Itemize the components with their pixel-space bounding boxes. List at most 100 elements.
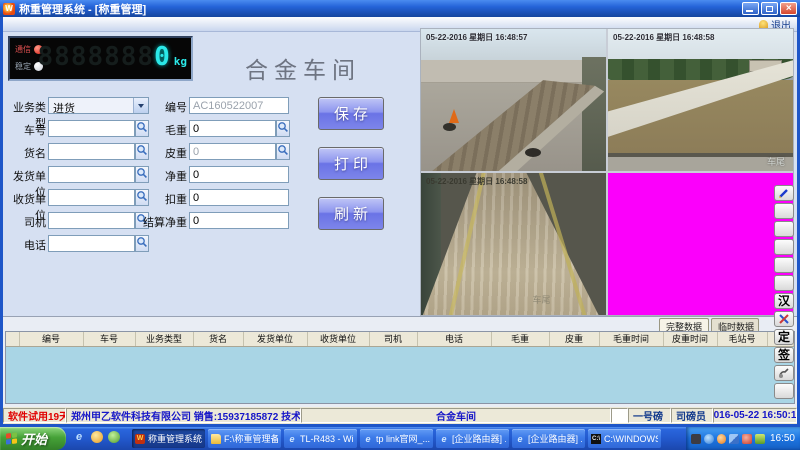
col-driver[interactable]: 司机 (369, 332, 417, 346)
screen: W 称重管理系统 - [称重管理] × 退出 通信 稳 (0, 0, 800, 450)
task-tplink-site[interactable]: e tp link官网_... (360, 429, 433, 448)
tab-complete-data[interactable]: 完整数据 (659, 318, 709, 331)
ime-chinese-button[interactable]: 汉 (774, 293, 794, 309)
tray-network-icon[interactable] (729, 434, 739, 444)
title-bar: W 称重管理系统 - [称重管理] × (0, 0, 800, 17)
sender-input[interactable] (48, 166, 135, 183)
driver-input[interactable] (48, 212, 135, 229)
quick-launch-app-icon[interactable] (91, 431, 103, 443)
tray-security-icon[interactable] (742, 434, 752, 444)
row-selector-column (6, 332, 19, 346)
operator-name: 司磅员 (671, 408, 713, 423)
taskbar-clock[interactable]: 16:50 (770, 433, 795, 444)
net-input[interactable] (189, 166, 289, 183)
task-weighing-app[interactable]: W 称重管理系统 ... (132, 429, 205, 448)
col-tare-time[interactable]: 皮重时间 (663, 332, 717, 346)
tray-messenger-icon[interactable] (717, 434, 727, 444)
gross-lookup-button[interactable] (276, 120, 290, 137)
col-tare[interactable]: 皮重 (549, 332, 599, 346)
cam1-tire (525, 148, 541, 157)
col-gross[interactable]: 毛重 (491, 332, 549, 346)
cmd-icon: C:\ (591, 434, 601, 444)
settle-net-input[interactable] (189, 212, 289, 229)
close-button[interactable]: × (780, 2, 797, 15)
tray-update-icon[interactable] (755, 434, 765, 444)
cam2-corner-label: 车尾 (767, 155, 785, 168)
goods-input[interactable] (48, 143, 135, 160)
deduct-input[interactable] (189, 189, 289, 206)
truck-no-input[interactable] (48, 120, 135, 137)
print-button[interactable]: 打印 (318, 147, 384, 180)
ime-blank-button[interactable] (774, 257, 794, 273)
quick-launch-media-icon[interactable] (108, 431, 120, 443)
receiver-input[interactable] (48, 189, 135, 206)
task-backup-folder[interactable]: F:\称重管理备份 (208, 429, 281, 448)
col-receiver[interactable]: 收货单位 (307, 332, 369, 346)
ime-blank-button[interactable] (774, 221, 794, 237)
start-button[interactable]: 开始 (0, 427, 66, 450)
camera-1-view: 05-22-2016 星期日 16:48:57 (421, 29, 606, 171)
led-ghost-digits: 8888888 (38, 42, 155, 72)
folder-icon (211, 434, 221, 444)
tray-device-icon[interactable] (691, 434, 701, 444)
col-goods[interactable]: 货名 (193, 332, 243, 346)
table-header-row: 编号 车号 业务类型 货名 发货单位 收货单位 司机 电话 毛重 皮重 毛重时间 (6, 332, 794, 346)
task-router-admin-2[interactable]: e [企业路由器] ... (512, 429, 585, 448)
ie-icon: e (439, 434, 449, 444)
scale-name: 一号磅 (628, 408, 671, 423)
deduct-label: 扣重 (137, 191, 187, 207)
tools-icon (778, 313, 790, 325)
cam1-timestamp: 05-22-2016 星期日 16:48:57 (426, 32, 527, 43)
tab-temp-data[interactable]: 临时数据 (711, 318, 759, 331)
ime-tools-button[interactable] (774, 311, 794, 327)
ime-toolbar: 汉 定 签 (774, 185, 796, 401)
workshop-status: 合金车间 (301, 408, 611, 423)
trial-status: 软件试用19天 (3, 408, 66, 423)
cam1-traffic-cone (449, 109, 459, 123)
restore-button[interactable] (761, 2, 778, 15)
col-serial[interactable]: 编号 (19, 332, 83, 346)
status-datetime: 2016-05-22 16:50:19 (713, 408, 797, 423)
phone-lookup-button[interactable] (135, 235, 149, 252)
tray-hide-icons-chevron[interactable] (704, 434, 714, 444)
ime-handwrite-button[interactable] (774, 365, 794, 381)
window-title: 称重管理系统 - [称重管理] (19, 1, 146, 17)
ime-blank-button[interactable] (774, 239, 794, 255)
minimize-button[interactable] (742, 2, 759, 15)
col-gross-time[interactable]: 毛重时间 (599, 332, 663, 346)
tare-lookup-button[interactable] (276, 143, 290, 160)
ime-fixed-button[interactable]: 定 (774, 329, 794, 345)
ie-icon: e (515, 434, 525, 444)
cam1-tire (443, 123, 456, 131)
ime-sign-button[interactable]: 签 (774, 347, 794, 363)
phone-label: 电话 (3, 237, 46, 253)
quick-launch-ie-icon[interactable]: e (72, 430, 86, 444)
magnifier-icon (277, 121, 289, 134)
system-tray: 16:50 (686, 427, 800, 450)
task-cmd-window[interactable]: C:\ C:\WINDOWS\sy... (588, 429, 661, 448)
col-truck[interactable]: 车号 (83, 332, 135, 346)
business-type-select[interactable]: 进货 (48, 97, 149, 114)
records-table[interactable]: 编号 车号 业务类型 货名 发货单位 收货单位 司机 电话 毛重 皮重 毛重时间 (5, 331, 795, 404)
pen-icon (778, 187, 790, 199)
cam2-timestamp: 05-22-2016 星期日 16:48:58 (613, 32, 714, 43)
task-router-page-1[interactable]: e TL-R483 - Win... (284, 429, 357, 448)
goods-label: 货名 (3, 145, 46, 161)
ime-board-button[interactable] (774, 383, 794, 399)
ime-blank-button[interactable] (774, 275, 794, 291)
col-phone[interactable]: 电话 (417, 332, 491, 346)
refresh-button[interactable]: 刷新 (318, 197, 384, 230)
col-sender[interactable]: 发货单位 (243, 332, 307, 346)
ime-blank-button[interactable] (774, 203, 794, 219)
save-button[interactable]: 保存 (318, 97, 384, 130)
ime-pen-icon[interactable] (774, 185, 794, 201)
col-station[interactable]: 毛站号 (717, 332, 767, 346)
app-window: W 称重管理系统 - [称重管理] × 退出 通信 稳 (0, 0, 800, 427)
weight-value: 0 (154, 42, 170, 72)
phone-input[interactable] (48, 235, 135, 252)
task-router-admin-1[interactable]: e [企业路由器] ... (436, 429, 509, 448)
col-business-type[interactable]: 业务类型 (135, 332, 193, 346)
driver-label: 司机 (3, 214, 46, 230)
tare-label: 皮重 (137, 145, 187, 161)
gross-input[interactable] (189, 120, 276, 137)
